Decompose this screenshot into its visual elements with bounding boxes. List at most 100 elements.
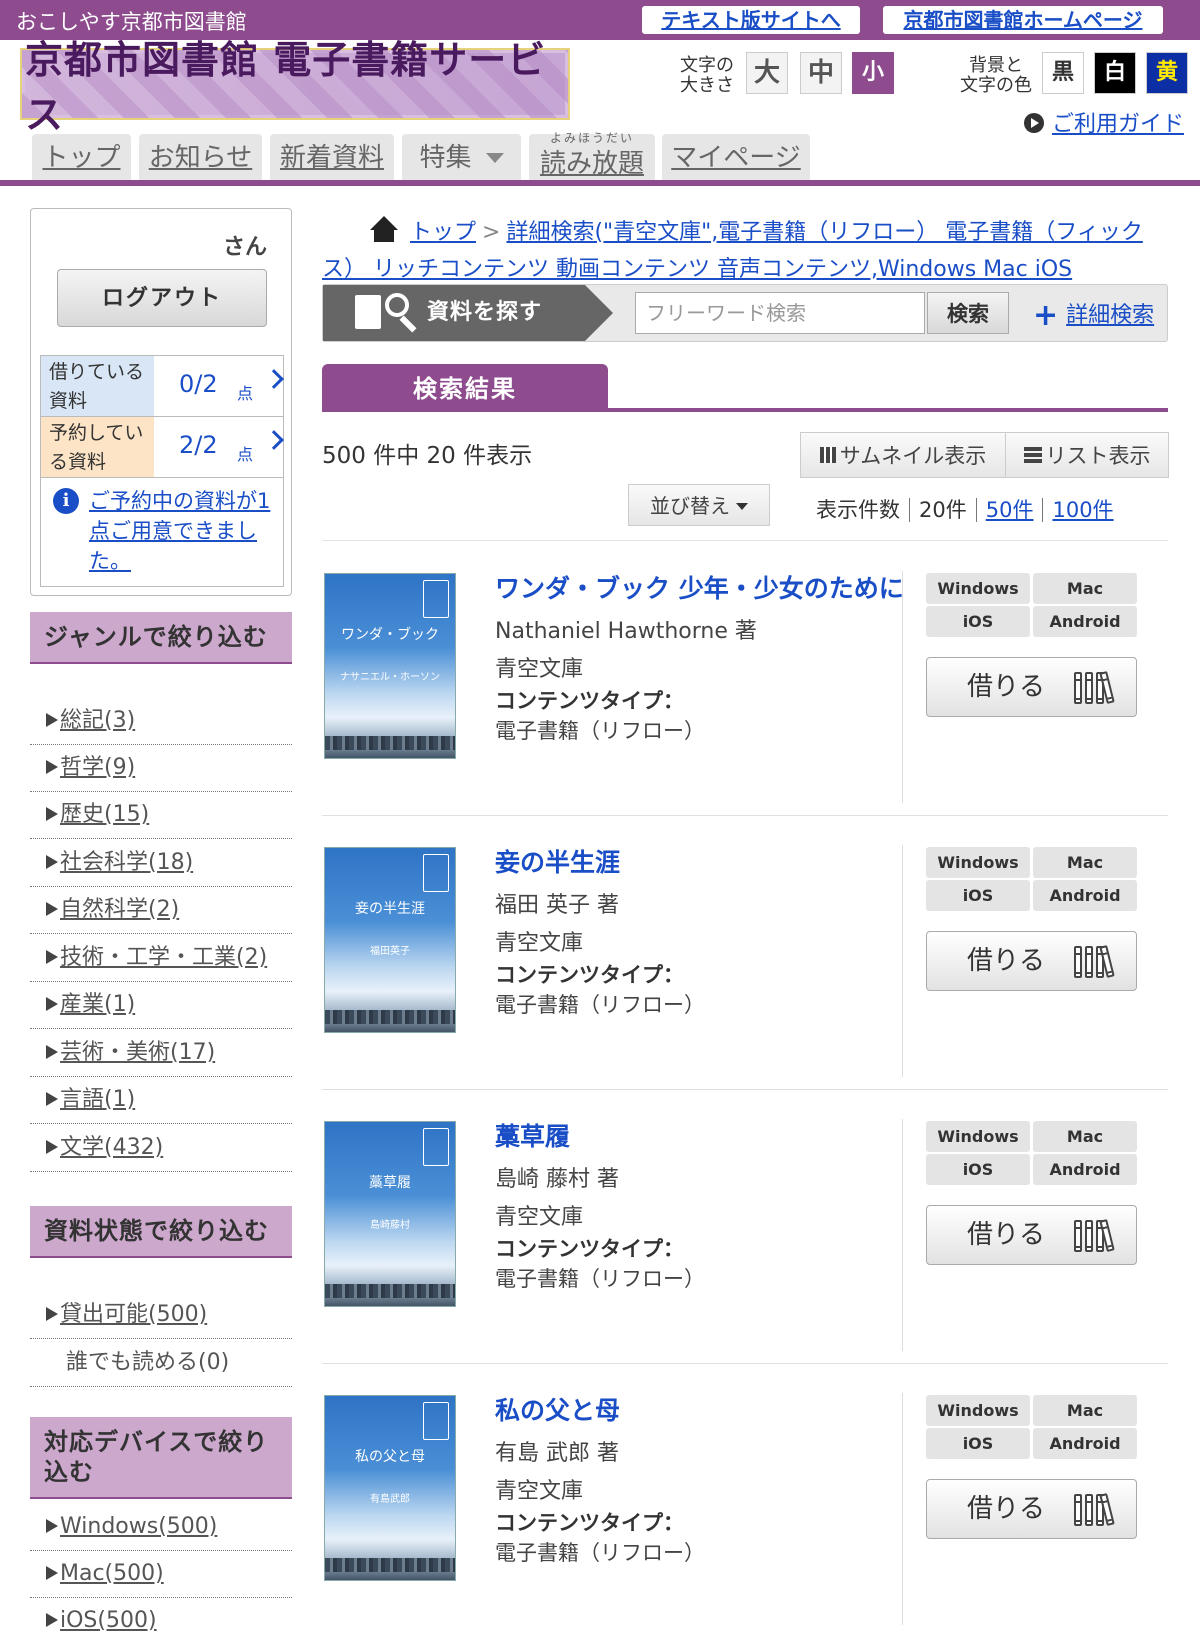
reservation-notice-link: ご予約中の資料が1点ご用意できました。 — [89, 489, 271, 573]
facet-genre-item[interactable]: 文学(432) — [30, 1125, 292, 1172]
item-vertical-divider — [902, 1393, 903, 1625]
cover-skyline — [325, 736, 455, 750]
facet-genre-item[interactable]: 哲学(9) — [30, 745, 292, 792]
aozora-badge-icon — [423, 1402, 449, 1440]
bg-yellow-button[interactable]: 黄 — [1146, 52, 1188, 94]
tab-feature[interactable]: 特集 — [402, 134, 521, 180]
facet-genre-item[interactable]: 技術・工学・工業(2) — [30, 935, 292, 982]
borrow-button[interactable]: 借りる — [926, 1205, 1137, 1265]
facet-genre-item[interactable]: 芸術・美術(17) — [30, 1030, 292, 1077]
guide-link-label: ご利用ガイド — [1052, 112, 1185, 137]
per-page-100[interactable]: 100件 — [1042, 498, 1123, 522]
font-size-small-button[interactable]: 小 — [852, 52, 894, 94]
library-home-link[interactable]: 京都市図書館ホームページ — [883, 6, 1163, 34]
search-input[interactable] — [635, 292, 925, 334]
thumbnail-view-button[interactable]: サムネイル表示 — [800, 432, 1006, 478]
facet-genre-item[interactable]: 総記(3) — [30, 698, 292, 745]
cover-title: 藁草履 — [369, 1175, 411, 1191]
aozora-badge-icon — [423, 580, 449, 618]
book-cover[interactable]: 藁草履 島崎藤村 — [324, 1121, 456, 1307]
borrow-button[interactable]: 借りる — [926, 931, 1137, 991]
text-site-link[interactable]: テキスト版サイトへ — [642, 6, 860, 34]
list-view-button[interactable]: リスト表示 — [1005, 432, 1169, 478]
book-cover[interactable]: 妾の半生涯 福田英子 — [324, 847, 456, 1033]
aozora-badge-icon — [423, 1128, 449, 1166]
per-page-50[interactable]: 50件 — [975, 498, 1043, 522]
per-page-selector: 表示件数 20件 50件 100件 — [816, 494, 1123, 524]
book-title-link[interactable]: ワンダ・ブック 少年・少女のために — [495, 569, 904, 605]
book-icon — [355, 295, 381, 329]
borrowed-unit: 点 — [237, 384, 254, 403]
device-badge-android: Android — [1033, 880, 1137, 911]
cover-author: 福田英子 — [370, 946, 410, 957]
book-cover[interactable]: ワンダ・ブック ナサニエル・ホーソン — [324, 573, 456, 759]
search-bar: 資料を探す 検索 + 詳細検索 — [322, 284, 1168, 342]
reservation-notice[interactable]: i ご予約中の資料が1点ご用意できました。 — [53, 486, 275, 576]
breadcrumb-top-link[interactable]: トップ — [410, 220, 476, 245]
content-type-label: コンテンツタイプ： — [495, 963, 684, 987]
facet-genre-item[interactable]: 自然科学(2) — [30, 887, 292, 934]
advanced-search-link[interactable]: + 詳細検索 — [1033, 297, 1154, 333]
facet-device-item[interactable]: Windows(500) — [30, 1504, 292, 1551]
tab-top[interactable]: トップ — [32, 134, 131, 180]
facet-genre-item[interactable]: 産業(1) — [30, 982, 292, 1029]
content-type-label: コンテンツタイプ： — [495, 1511, 684, 1535]
book-title-link[interactable]: 藁草履 — [495, 1117, 570, 1153]
guide-link[interactable]: ご利用ガイド — [1024, 106, 1184, 138]
bg-black-button[interactable]: 黒 — [1042, 52, 1084, 94]
facet-genre-item[interactable]: 歴史(15) — [30, 792, 292, 839]
book-publisher: 青空文庫 — [495, 1205, 584, 1230]
site-logo[interactable]: 京都市図書館 電子書籍サービス — [20, 38, 570, 137]
facet-genre-item[interactable]: 言語(1) — [30, 1077, 292, 1124]
content-type-value: 電子書籍（リフロー） — [495, 719, 705, 743]
facet-device-item[interactable]: Mac(500) — [30, 1551, 292, 1598]
result-item: 私の父と母 有島武郎 私の父と母 有島 武郎 著 青空文庫 コンテンツタイプ： … — [322, 1363, 1168, 1637]
facet-device-item[interactable]: iOS(500) — [30, 1598, 292, 1640]
chevron-down-icon — [485, 153, 504, 163]
status-facet-title: 資料状態で絞り込む — [30, 1206, 292, 1258]
book-title-link[interactable]: 私の父と母 — [495, 1391, 620, 1427]
tab-feature-label: 特集 — [419, 143, 472, 173]
reserved-unit: 点 — [237, 445, 254, 464]
facet-status-item[interactable]: 貸出可能(500) — [30, 1292, 292, 1339]
logout-button[interactable]: ログアウト — [57, 269, 267, 327]
reserved-row[interactable]: 予約している資料 2/2 点 — [41, 417, 284, 478]
borrow-button[interactable]: 借りる — [926, 1479, 1137, 1539]
device-badge-android: Android — [1033, 1428, 1137, 1459]
book-title-link[interactable]: 妾の半生涯 — [495, 843, 620, 879]
plus-icon: + — [1033, 298, 1059, 333]
tab-mypage[interactable]: マイページ — [662, 134, 810, 180]
borrowed-row[interactable]: 借りている資料 0/2 点 — [41, 356, 284, 417]
grid-icon — [819, 447, 836, 463]
device-badge-mac: Mac — [1033, 1395, 1137, 1426]
search-button[interactable]: 検索 — [927, 292, 1009, 334]
home-icon — [370, 216, 398, 242]
tab-unlimited[interactable]: よみほうだい 読み放題 — [529, 131, 655, 180]
device-badge-ios: iOS — [926, 606, 1030, 637]
reserved-label: 予約している資料 — [41, 417, 154, 477]
facet-genre-item[interactable]: 社会科学(18) — [30, 840, 292, 887]
chevron-right-icon — [264, 369, 284, 389]
tab-new-items[interactable]: 新着資料 — [270, 134, 394, 180]
triangle-right-icon — [46, 1307, 58, 1321]
item-divider — [322, 1363, 1168, 1364]
borrow-button[interactable]: 借りる — [926, 657, 1137, 717]
content-type-label: コンテンツタイプ： — [495, 1237, 684, 1261]
triangle-right-icon — [46, 902, 58, 916]
book-cover[interactable]: 私の父と母 有島武郎 — [324, 1395, 456, 1581]
cover-skyline — [325, 1010, 455, 1024]
results-divider — [322, 408, 1168, 412]
magnifier-icon — [385, 293, 409, 317]
font-size-large-button[interactable]: 大 — [746, 52, 788, 94]
sort-dropdown[interactable]: 並び替え — [628, 484, 770, 526]
device-badge-windows: Windows — [926, 1121, 1030, 1152]
breadcrumb-separator: > — [482, 220, 501, 245]
result-count: 500 件中 20 件表示 — [322, 443, 533, 469]
tab-news[interactable]: お知らせ — [139, 134, 262, 180]
cover-title: 妾の半生涯 — [355, 901, 425, 917]
font-size-medium-button[interactable]: 中 — [800, 52, 842, 94]
triangle-right-icon — [46, 1092, 58, 1106]
device-facet-title: 対応デバイスで絞り込む — [30, 1417, 292, 1499]
books-icon — [1074, 1219, 1118, 1252]
bg-white-button[interactable]: 白 — [1094, 52, 1136, 94]
